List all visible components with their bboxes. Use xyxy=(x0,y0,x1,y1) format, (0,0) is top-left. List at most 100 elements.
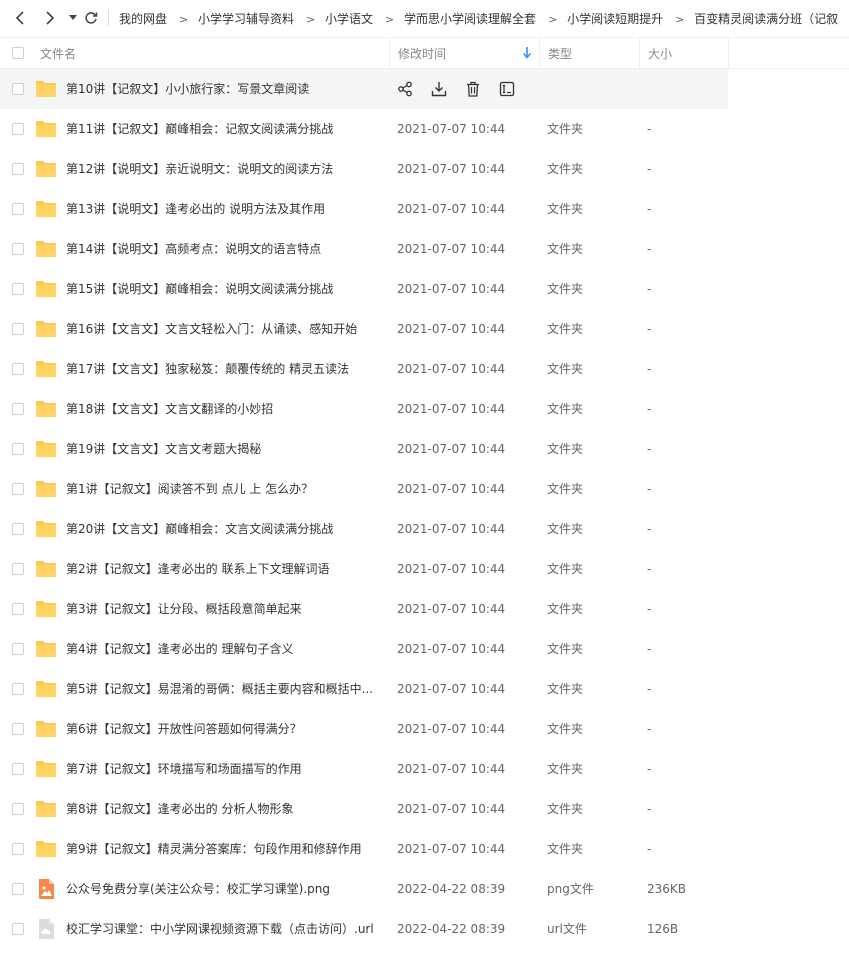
file-name[interactable]: 第7讲【记叙文】环境描写和场面描写的作用 xyxy=(66,749,382,789)
file-modified-time: 2021-07-07 10:44 xyxy=(397,562,506,576)
file-row[interactable]: 第11讲【记叙文】巅峰相会：记叙文阅读满分挑战 2021-07-07 10:44… xyxy=(0,109,849,149)
file-row[interactable]: 第5讲【记叙文】易混淆的哥俩：概括主要内容和概括中... 2021-07-07 … xyxy=(0,669,849,709)
file-size: - xyxy=(647,802,652,816)
row-checkbox[interactable] xyxy=(12,803,24,815)
row-checkbox[interactable] xyxy=(12,283,24,295)
file-size: 126B xyxy=(647,922,679,936)
file-row[interactable]: 第1讲【记叙文】阅读答不到 点儿 上 怎么办？ 2021-07-07 10:44… xyxy=(0,469,849,509)
forward-button[interactable] xyxy=(38,6,62,30)
file-modified-time: 2021-07-07 10:44 xyxy=(397,162,506,176)
file-type: 文件夹 xyxy=(547,842,584,856)
file-name[interactable]: 第18讲【文言文】文言文翻译的小妙招 xyxy=(66,389,382,429)
row-checkbox[interactable] xyxy=(12,163,24,175)
row-checkbox[interactable] xyxy=(12,643,24,655)
file-name[interactable]: 第10讲【记叙文】小小旅行家：写景文章阅读 xyxy=(66,69,382,109)
file-row[interactable]: 第3讲【记叙文】让分段、概括段意简单起来 2021-07-07 10:44 文件… xyxy=(0,589,849,629)
url-file-icon xyxy=(35,919,57,939)
file-name[interactable]: 第15讲【说明文】巅峰相会：说明文阅读满分挑战 xyxy=(66,269,382,309)
row-checkbox[interactable] xyxy=(12,443,24,455)
file-name[interactable]: 第17讲【文言文】独家秘笈：颠覆传统的 精灵五读法 xyxy=(66,349,382,389)
file-name[interactable]: 第14讲【说明文】高频考点：说明文的语言特点 xyxy=(66,229,382,269)
breadcrumb-item[interactable]: 小学学习辅导资料 xyxy=(198,12,294,26)
file-size: - xyxy=(647,322,652,336)
row-checkbox[interactable] xyxy=(12,363,24,375)
file-row[interactable]: 第13讲【说明文】逢考必出的 说明方法及其作用 2021-07-07 10:44… xyxy=(0,189,849,229)
row-checkbox[interactable] xyxy=(12,203,24,215)
file-row[interactable]: 第19讲【文言文】文言文考题大揭秘 2021-07-07 10:44 文件夹 - xyxy=(0,429,849,469)
file-list-header: 文件名 修改时间 类型 大小 xyxy=(0,37,849,69)
file-name[interactable]: 第8讲【记叙文】逢考必出的 分析人物形象 xyxy=(66,789,382,829)
file-name[interactable]: 第5讲【记叙文】易混淆的哥俩：概括主要内容和概括中... xyxy=(66,669,382,709)
file-name[interactable]: 第2讲【记叙文】逢考必出的 联系上下文理解词语 xyxy=(66,549,382,589)
file-name[interactable]: 第4讲【记叙文】逢考必出的 理解句子含义 xyxy=(66,629,382,669)
file-name[interactable]: 第1讲【记叙文】阅读答不到 点儿 上 怎么办？ xyxy=(66,469,382,509)
file-row[interactable]: 第14讲【说明文】高频考点：说明文的语言特点 2021-07-07 10:44 … xyxy=(0,229,849,269)
breadcrumb-item[interactable]: 百变精灵阅读满分班（记叙 xyxy=(694,12,838,26)
file-row[interactable]: 第10讲【记叙文】小小旅行家：写景文章阅读 xyxy=(0,69,728,109)
file-name[interactable]: 第11讲【记叙文】巅峰相会：记叙文阅读满分挑战 xyxy=(66,109,382,149)
share-button[interactable] xyxy=(396,80,414,98)
file-name[interactable]: 第19讲【文言文】文言文考题大揭秘 xyxy=(66,429,382,469)
file-modified-time: 2022-04-22 08:39 xyxy=(397,882,506,896)
row-checkbox[interactable] xyxy=(12,243,24,255)
back-button[interactable] xyxy=(8,6,32,30)
column-header-name[interactable]: 文件名 xyxy=(40,38,388,68)
file-row[interactable]: 公众号免费分享(关注公众号：校汇学习课堂).png 2022-04-22 08:… xyxy=(0,869,849,909)
file-row[interactable]: 第2讲【记叙文】逢考必出的 联系上下文理解词语 2021-07-07 10:44… xyxy=(0,549,849,589)
file-row[interactable]: 第17讲【文言文】独家秘笈：颠覆传统的 精灵五读法 2021-07-07 10:… xyxy=(0,349,849,389)
row-checkbox[interactable] xyxy=(12,843,24,855)
rename-button[interactable] xyxy=(498,80,516,98)
column-header-type[interactable]: 类型 xyxy=(539,38,639,68)
file-size: - xyxy=(647,362,652,376)
file-name[interactable]: 第20讲【文言文】巅峰相会：文言文阅读满分挑战 xyxy=(66,509,382,549)
file-name[interactable]: 校汇学习课堂：中小学网课视频资源下载（点击访问）.url xyxy=(66,909,382,949)
breadcrumb-separator-icon: > xyxy=(548,12,558,26)
file-row[interactable]: 第9讲【记叙文】精灵满分答案库：句段作用和修辞作用 2021-07-07 10:… xyxy=(0,829,849,869)
file-row[interactable]: 校汇学习课堂：中小学网课视频资源下载（点击访问）.url 2022-04-22 … xyxy=(0,909,849,949)
file-row[interactable]: 第7讲【记叙文】环境描写和场面描写的作用 2021-07-07 10:44 文件… xyxy=(0,749,849,789)
column-header-size[interactable]: 大小 xyxy=(639,38,729,68)
select-all-checkbox[interactable] xyxy=(12,47,24,59)
breadcrumb-item[interactable]: 学而思小学阅读理解全套 xyxy=(404,12,536,26)
file-modified-time: 2022-04-22 08:39 xyxy=(397,922,506,936)
row-checkbox[interactable] xyxy=(12,883,24,895)
file-name[interactable]: 第9讲【记叙文】精灵满分答案库：句段作用和修辞作用 xyxy=(66,829,382,869)
file-row[interactable]: 第20讲【文言文】巅峰相会：文言文阅读满分挑战 2021-07-07 10:44… xyxy=(0,509,849,549)
row-checkbox[interactable] xyxy=(12,523,24,535)
file-size: - xyxy=(647,442,652,456)
file-row[interactable]: 第18讲【文言文】文言文翻译的小妙招 2021-07-07 10:44 文件夹 … xyxy=(0,389,849,429)
file-name[interactable]: 第3讲【记叙文】让分段、概括段意简单起来 xyxy=(66,589,382,629)
column-header-modified[interactable]: 修改时间 xyxy=(389,38,539,68)
file-row[interactable]: 第4讲【记叙文】逢考必出的 理解句子含义 2021-07-07 10:44 文件… xyxy=(0,629,849,669)
breadcrumb-item[interactable]: 小学语文 xyxy=(325,12,373,26)
delete-button[interactable] xyxy=(464,80,482,98)
row-checkbox[interactable] xyxy=(12,403,24,415)
file-name[interactable]: 第13讲【说明文】逢考必出的 说明方法及其作用 xyxy=(66,189,382,229)
file-row[interactable]: 第12讲【说明文】亲近说明文：说明文的阅读方法 2021-07-07 10:44… xyxy=(0,149,849,189)
row-checkbox[interactable] xyxy=(12,483,24,495)
file-name[interactable]: 第6讲【记叙文】开放性问答题如何得满分？ xyxy=(66,709,382,749)
history-dropdown-button[interactable] xyxy=(66,6,80,30)
breadcrumb-item[interactable]: 小学阅读短期提升 xyxy=(567,12,663,26)
file-name[interactable]: 第16讲【文言文】文言文轻松入门：从诵读、感知开始 xyxy=(66,309,382,349)
row-checkbox[interactable] xyxy=(12,923,24,935)
file-row[interactable]: 第15讲【说明文】巅峰相会：说明文阅读满分挑战 2021-07-07 10:44… xyxy=(0,269,849,309)
row-checkbox[interactable] xyxy=(12,563,24,575)
row-checkbox[interactable] xyxy=(12,723,24,735)
file-row[interactable]: 第16讲【文言文】文言文轻松入门：从诵读、感知开始 2021-07-07 10:… xyxy=(0,309,849,349)
row-checkbox[interactable] xyxy=(12,603,24,615)
file-name[interactable]: 公众号免费分享(关注公众号：校汇学习课堂).png xyxy=(66,869,382,909)
breadcrumb-item[interactable]: 我的网盘 xyxy=(119,12,167,26)
file-modified-time: 2021-07-07 10:44 xyxy=(397,202,506,216)
download-button[interactable] xyxy=(430,80,448,98)
refresh-button[interactable] xyxy=(82,6,100,30)
row-checkbox[interactable] xyxy=(12,683,24,695)
file-row[interactable]: 第6讲【记叙文】开放性问答题如何得满分？ 2021-07-07 10:44 文件… xyxy=(0,709,849,749)
row-checkbox[interactable] xyxy=(12,123,24,135)
row-checkbox[interactable] xyxy=(12,83,24,95)
row-checkbox[interactable] xyxy=(12,763,24,775)
row-checkbox[interactable] xyxy=(12,323,24,335)
file-name[interactable]: 第12讲【说明文】亲近说明文：说明文的阅读方法 xyxy=(66,149,382,189)
file-row[interactable]: 第8讲【记叙文】逢考必出的 分析人物形象 2021-07-07 10:44 文件… xyxy=(0,789,849,829)
file-type: png文件 xyxy=(547,882,594,896)
